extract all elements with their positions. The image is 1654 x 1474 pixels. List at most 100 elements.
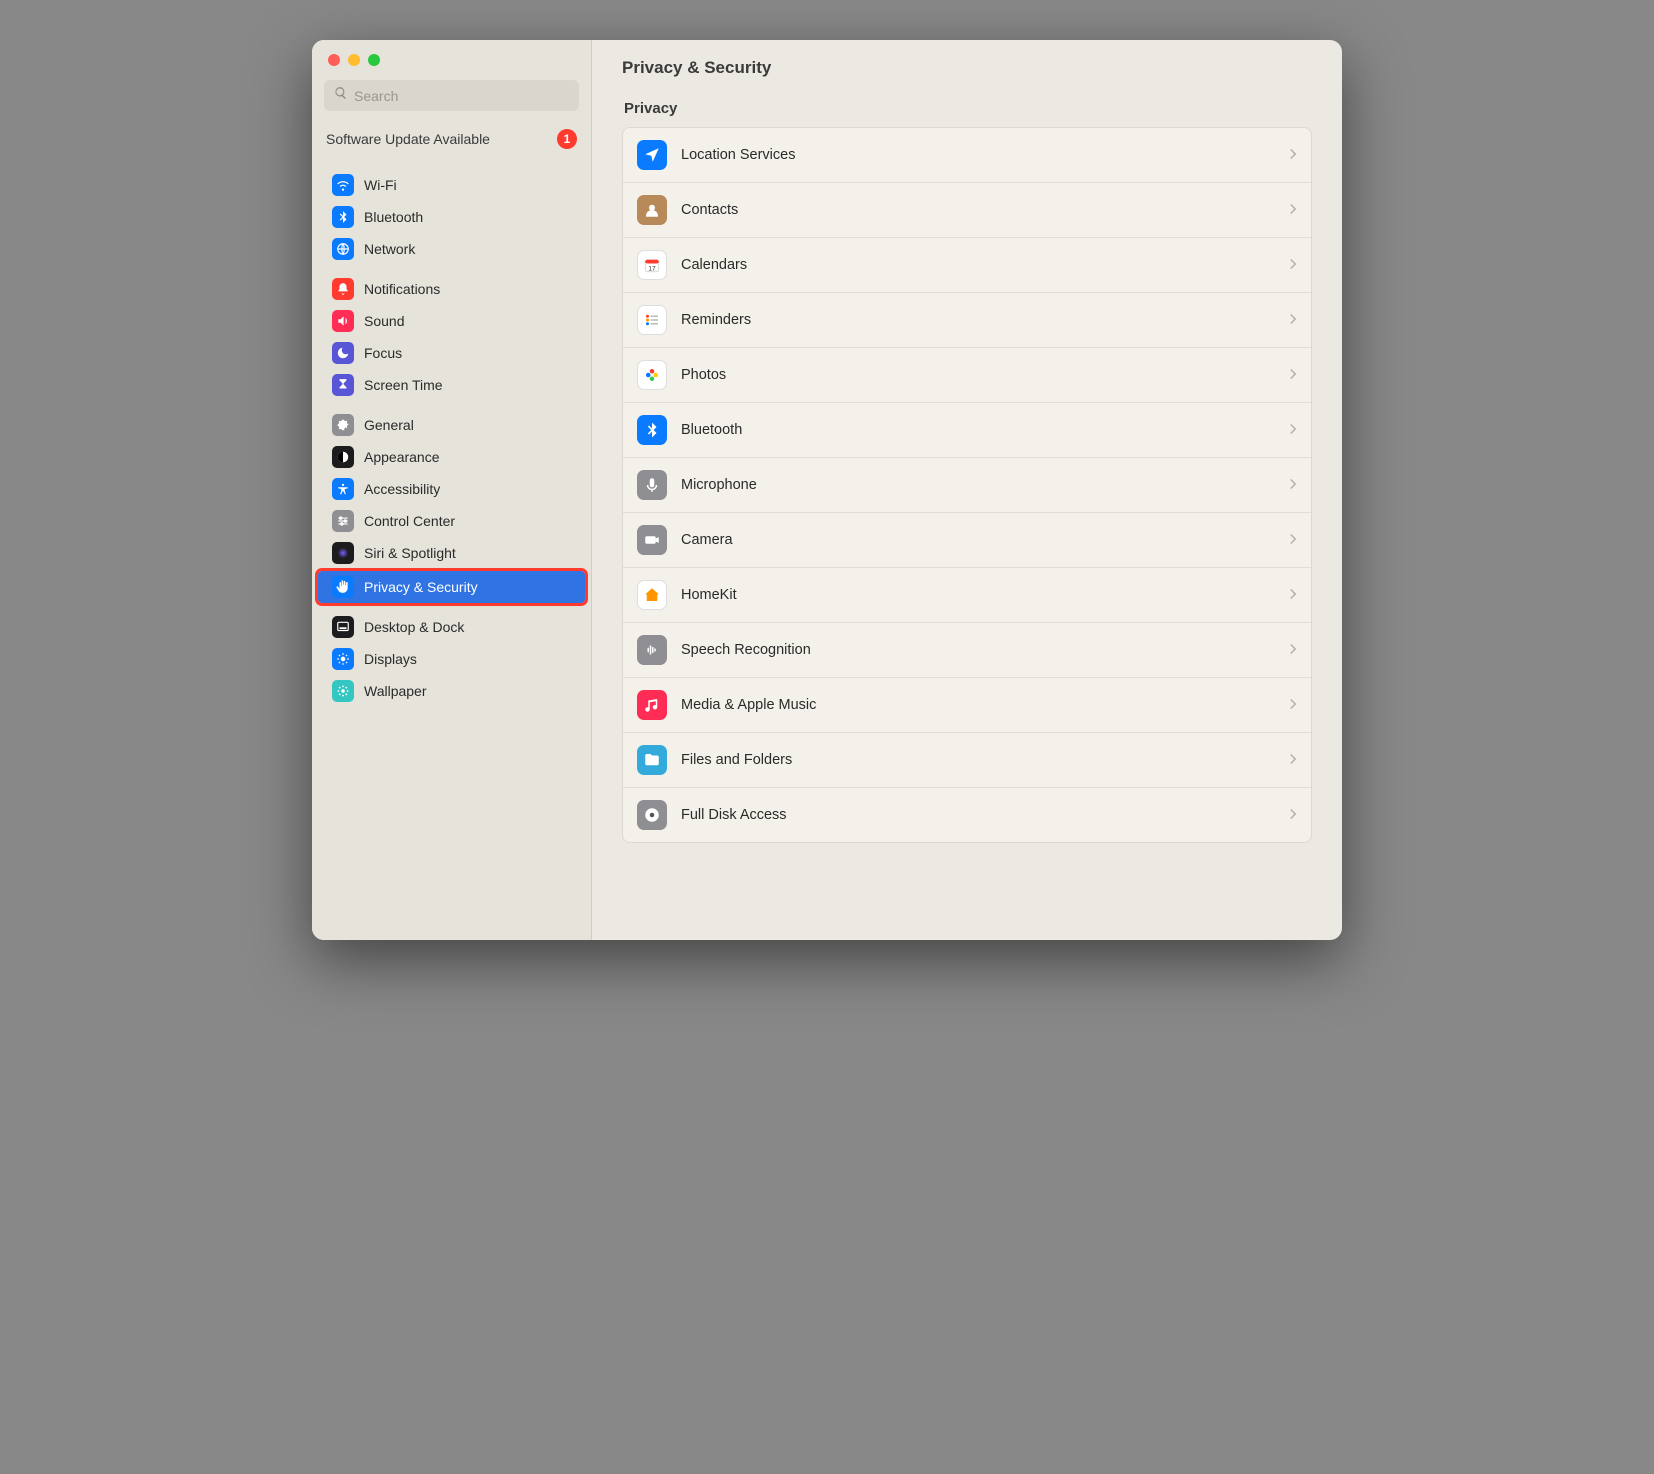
sidebar-item-label: Desktop & Dock (364, 619, 464, 635)
sidebar-item-focus[interactable]: Focus (318, 337, 585, 369)
privacy-row-contacts[interactable]: Contacts (623, 183, 1311, 238)
page-title: Privacy & Security (622, 58, 1312, 78)
sidebar-item-appearance[interactable]: Appearance (318, 441, 585, 473)
sidebar-item-network[interactable]: Network (318, 233, 585, 265)
window-controls (312, 40, 591, 76)
sidebar-item-desktop-dock[interactable]: Desktop & Dock (318, 611, 585, 643)
privacy-row-label: Files and Folders (681, 752, 1275, 768)
sidebar-group: Notifications Sound FocusScreen Time (312, 273, 591, 401)
search-icon (334, 86, 348, 105)
sidebar-scroll[interactable]: Software Update Available 1 Wi-Fi Bluetoo… (312, 121, 591, 940)
sidebar-item-label: Bluetooth (364, 209, 423, 225)
sidebar-item-label: Siri & Spotlight (364, 545, 456, 561)
privacy-row-calendars[interactable]: 17 Calendars (623, 238, 1311, 293)
chevron-right-icon (1289, 477, 1297, 493)
privacy-row-label: Photos (681, 367, 1275, 383)
folder-icon (637, 745, 667, 775)
minimize-window-button[interactable] (348, 54, 360, 66)
sidebar-item-label: Notifications (364, 281, 440, 297)
chevron-right-icon (1289, 807, 1297, 823)
privacy-row-label: Speech Recognition (681, 642, 1275, 658)
privacy-row-media-apple-music[interactable]: Media & Apple Music (623, 678, 1311, 733)
update-badge: 1 (557, 129, 577, 149)
privacy-row-label: Camera (681, 532, 1275, 548)
accessibility-icon (332, 478, 354, 500)
sidebar-item-bluetooth[interactable]: Bluetooth (318, 201, 585, 233)
sidebar-item-label: Accessibility (364, 481, 440, 497)
waveform-icon (637, 635, 667, 665)
home-icon (637, 580, 667, 610)
wallpaper-icon (332, 680, 354, 702)
display-icon (332, 648, 354, 670)
sidebar-item-displays[interactable]: Displays (318, 643, 585, 675)
sidebar-item-notifications[interactable]: Notifications (318, 273, 585, 305)
bell-icon (332, 278, 354, 300)
software-update-row[interactable]: Software Update Available 1 (312, 121, 591, 161)
privacy-row-homekit[interactable]: HomeKit (623, 568, 1311, 623)
main-panel: Privacy & Security Privacy Location Serv… (592, 40, 1342, 940)
chevron-right-icon (1289, 697, 1297, 713)
search-field-container[interactable] (324, 80, 579, 111)
privacy-row-reminders[interactable]: Reminders (623, 293, 1311, 348)
svg-text:17: 17 (648, 265, 656, 272)
sidebar-item-control-center[interactable]: Control Center (318, 505, 585, 537)
section-title-privacy: Privacy (624, 100, 1312, 117)
sidebar-item-sound[interactable]: Sound (318, 305, 585, 337)
chevron-right-icon (1289, 532, 1297, 548)
privacy-row-label: Calendars (681, 257, 1275, 273)
privacy-row-label: Microphone (681, 477, 1275, 493)
sidebar: Software Update Available 1 Wi-Fi Bluetoo… (312, 40, 592, 940)
privacy-row-label: Full Disk Access (681, 807, 1275, 823)
sidebar-group: Wi-Fi Bluetooth Network (312, 169, 591, 265)
sidebar-group: General Appearance Accessibility Control Ce… (312, 409, 591, 603)
sidebar-item-siri-spotlight[interactable]: Siri & Spotlight (318, 537, 585, 569)
privacy-row-speech-recognition[interactable]: Speech Recognition (623, 623, 1311, 678)
sidebar-item-label: General (364, 417, 414, 433)
privacy-list: Location Services Contacts 17 Calendars Remi… (622, 127, 1312, 843)
privacy-row-microphone[interactable]: Microphone (623, 458, 1311, 513)
privacy-row-label: Reminders (681, 312, 1275, 328)
privacy-row-full-disk-access[interactable]: Full Disk Access (623, 788, 1311, 842)
sidebar-item-privacy-security[interactable]: Privacy & Security (318, 571, 585, 603)
globe-icon (332, 238, 354, 260)
privacy-row-label: Contacts (681, 202, 1275, 218)
privacy-row-photos[interactable]: Photos (623, 348, 1311, 403)
reminders-icon (637, 305, 667, 335)
chevron-right-icon (1289, 147, 1297, 163)
privacy-row-bluetooth[interactable]: Bluetooth (623, 403, 1311, 458)
sidebar-item-wallpaper[interactable]: Wallpaper (318, 675, 585, 707)
search-input[interactable] (354, 88, 569, 104)
privacy-row-label: HomeKit (681, 587, 1275, 603)
contacts-icon (637, 195, 667, 225)
chevron-right-icon (1289, 642, 1297, 658)
chevron-right-icon (1289, 587, 1297, 603)
sidebar-item-accessibility[interactable]: Accessibility (318, 473, 585, 505)
photos-icon (637, 360, 667, 390)
gear-icon (332, 414, 354, 436)
sidebar-item-label: Appearance (364, 449, 440, 465)
close-window-button[interactable] (328, 54, 340, 66)
camera-icon (637, 525, 667, 555)
chevron-right-icon (1289, 367, 1297, 383)
sidebar-item-label: Control Center (364, 513, 455, 529)
calendar-icon: 17 (637, 250, 667, 280)
privacy-row-label: Bluetooth (681, 422, 1275, 438)
software-update-label: Software Update Available (326, 131, 490, 147)
privacy-row-files-and-folders[interactable]: Files and Folders (623, 733, 1311, 788)
chevron-right-icon (1289, 312, 1297, 328)
privacy-row-label: Location Services (681, 147, 1275, 163)
sidebar-item-label: Network (364, 241, 415, 257)
sidebar-item-screen-time[interactable]: Screen Time (318, 369, 585, 401)
sidebar-group: Desktop & Dock DisplaysWallpaper (312, 611, 591, 707)
maximize-window-button[interactable] (368, 54, 380, 66)
sidebar-item-wi-fi[interactable]: Wi-Fi (318, 169, 585, 201)
main-header: Privacy & Security (592, 40, 1342, 92)
moon-icon (332, 342, 354, 364)
main-content[interactable]: Privacy Location Services Contacts 17 Calen… (592, 92, 1342, 940)
sidebar-item-label: Sound (364, 313, 404, 329)
privacy-row-camera[interactable]: Camera (623, 513, 1311, 568)
wifi-icon (332, 174, 354, 196)
sidebar-item-general[interactable]: General (318, 409, 585, 441)
privacy-row-location-services[interactable]: Location Services (623, 128, 1311, 183)
privacy-row-label: Media & Apple Music (681, 697, 1275, 713)
